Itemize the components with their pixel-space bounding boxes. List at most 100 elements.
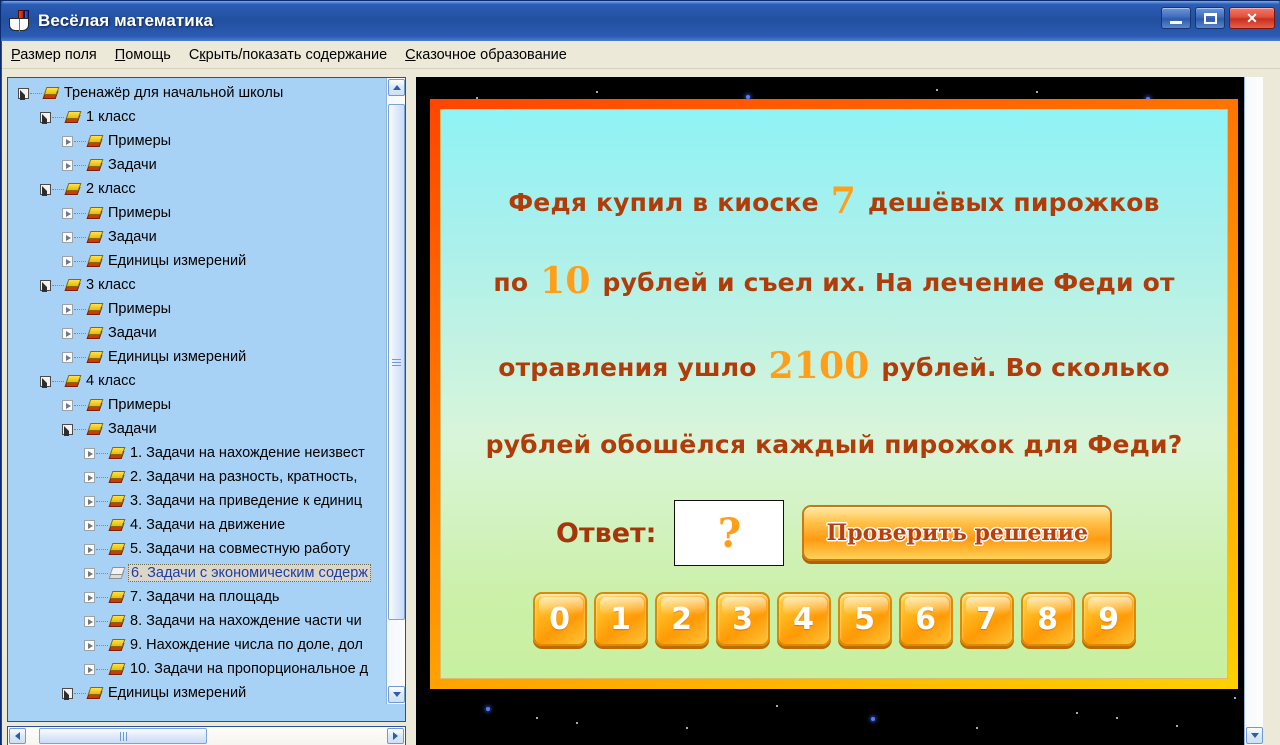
expand-toggle-icon[interactable] bbox=[62, 208, 73, 219]
digit-button-4[interactable]: 4 bbox=[777, 592, 831, 646]
tree-scroll-down-button[interactable] bbox=[388, 686, 405, 703]
collapse-toggle-icon[interactable] bbox=[40, 184, 51, 195]
tree-node[interactable]: 2 класс bbox=[8, 177, 388, 201]
tree-node-label: Задачи bbox=[108, 229, 157, 245]
tree-node[interactable]: 6. Задачи с экономическим содерж bbox=[8, 561, 388, 585]
content-vertical-scrollbar[interactable] bbox=[1244, 77, 1263, 745]
collapse-toggle-icon[interactable] bbox=[40, 376, 51, 387]
expand-toggle-icon[interactable] bbox=[84, 640, 95, 651]
content-scroll-down-button[interactable] bbox=[1246, 727, 1263, 744]
tree-scroll-up-button[interactable] bbox=[388, 79, 405, 96]
tree-horizontal-scroll-thumb[interactable] bbox=[39, 728, 207, 744]
answer-input[interactable]: ? bbox=[674, 500, 784, 566]
check-solution-button[interactable]: Проверить решение bbox=[802, 505, 1111, 561]
collapse-toggle-icon[interactable] bbox=[40, 280, 51, 291]
expand-toggle-icon[interactable] bbox=[62, 256, 73, 267]
collapse-toggle-icon[interactable] bbox=[18, 88, 29, 99]
tree-node[interactable]: 10. Задачи на пропорциональное д bbox=[8, 657, 388, 681]
tree-node[interactable]: Единицы измерений bbox=[8, 249, 388, 273]
digit-button-7[interactable]: 7 bbox=[960, 592, 1014, 646]
book-icon bbox=[109, 519, 125, 532]
expand-toggle-icon[interactable] bbox=[84, 568, 95, 579]
tree-scroll-left-button[interactable] bbox=[9, 728, 26, 744]
tree-node[interactable]: Задачи bbox=[8, 153, 388, 177]
tree-node[interactable]: 1 класс bbox=[8, 105, 388, 129]
tree-node[interactable]: Примеры bbox=[8, 297, 388, 321]
book-icon bbox=[65, 279, 81, 292]
tree-node[interactable]: Единицы измерений bbox=[8, 345, 388, 369]
tree-node[interactable]: Примеры bbox=[8, 129, 388, 153]
expand-toggle-icon[interactable] bbox=[62, 304, 73, 315]
expand-toggle-icon[interactable] bbox=[84, 616, 95, 627]
tree-node[interactable]: 2. Задачи на разность, кратность, bbox=[8, 465, 388, 489]
tree-connector bbox=[74, 333, 86, 334]
tree-node[interactable]: Примеры bbox=[8, 393, 388, 417]
tree-node[interactable]: 7. Задачи на площадь bbox=[8, 585, 388, 609]
expand-toggle-icon[interactable] bbox=[84, 496, 95, 507]
tree-horizontal-scrollbar[interactable] bbox=[7, 726, 406, 745]
expand-toggle-icon[interactable] bbox=[62, 400, 73, 411]
menu-item-3[interactable]: Сказочное образование bbox=[396, 44, 576, 66]
digit-label: 5 bbox=[854, 602, 875, 637]
contents-tree[interactable]: Тренажёр для начальной школы1 классПриме… bbox=[8, 78, 388, 704]
book-icon bbox=[87, 351, 103, 364]
digit-button-1[interactable]: 1 bbox=[594, 592, 648, 646]
tree-connector bbox=[96, 573, 108, 574]
digit-button-5[interactable]: 5 bbox=[838, 592, 892, 646]
expand-toggle-icon[interactable] bbox=[62, 160, 73, 171]
tree-node[interactable]: 3 класс bbox=[8, 273, 388, 297]
expand-toggle-icon[interactable] bbox=[62, 136, 73, 147]
minimize-button[interactable] bbox=[1161, 7, 1191, 29]
digit-button-8[interactable]: 8 bbox=[1021, 592, 1075, 646]
digit-button-6[interactable]: 6 bbox=[899, 592, 953, 646]
tree-node-label: 4 класс bbox=[86, 373, 136, 389]
digit-button-2[interactable]: 2 bbox=[655, 592, 709, 646]
restore-button[interactable] bbox=[1195, 7, 1225, 29]
book-icon bbox=[87, 399, 103, 412]
expand-toggle-icon[interactable] bbox=[62, 328, 73, 339]
tree-node[interactable]: Единицы измерений bbox=[8, 681, 388, 704]
close-button[interactable]: ✕ bbox=[1229, 7, 1275, 29]
collapse-toggle-icon[interactable] bbox=[62, 424, 73, 435]
problem-line: по 10 рублей и съел их. На лечение Феди … bbox=[441, 260, 1227, 302]
tree-node[interactable]: 8. Задачи на нахождение части чи bbox=[8, 609, 388, 633]
expand-toggle-icon[interactable] bbox=[84, 472, 95, 483]
expand-toggle-icon[interactable] bbox=[62, 352, 73, 363]
digit-button-3[interactable]: 3 bbox=[716, 592, 770, 646]
tree-node-label: 2 класс bbox=[86, 181, 136, 197]
expand-toggle-icon[interactable] bbox=[84, 520, 95, 531]
tree-node-label: 10. Задачи на пропорциональное д bbox=[130, 661, 368, 677]
expand-toggle-icon[interactable] bbox=[84, 448, 95, 459]
tree-node[interactable]: Задачи bbox=[8, 321, 388, 345]
tree-node[interactable]: Примеры bbox=[8, 201, 388, 225]
tree-node[interactable]: 9. Нахождение числа по доле, дол bbox=[8, 633, 388, 657]
tree-scroll-right-button[interactable] bbox=[387, 728, 404, 744]
window-controls: ✕ bbox=[1161, 7, 1275, 29]
tree-node[interactable]: 4. Задачи на движение bbox=[8, 513, 388, 537]
tree-connector bbox=[74, 357, 86, 358]
grip-icon bbox=[392, 359, 401, 366]
tree-node[interactable]: Задачи bbox=[8, 417, 388, 441]
tree-node[interactable]: Задачи bbox=[8, 225, 388, 249]
menu-item-1[interactable]: Помощь bbox=[106, 44, 180, 66]
tree-vertical-scroll-thumb[interactable] bbox=[388, 104, 405, 620]
star-icon bbox=[1036, 91, 1038, 93]
tree-node[interactable]: 4 класс bbox=[8, 369, 388, 393]
tree-node[interactable]: 5. Задачи на совместную работу bbox=[8, 537, 388, 561]
menu-item-0[interactable]: Размер поля bbox=[2, 44, 106, 66]
digit-button-0[interactable]: 0 bbox=[533, 592, 587, 646]
tree-node[interactable]: 1. Задачи на нахождение неизвест bbox=[8, 441, 388, 465]
collapse-toggle-icon[interactable] bbox=[62, 688, 73, 699]
star-icon bbox=[976, 727, 978, 729]
tree-node[interactable]: 3. Задачи на приведение к единиц bbox=[8, 489, 388, 513]
tree-connector bbox=[74, 237, 86, 238]
digit-button-9[interactable]: 9 bbox=[1082, 592, 1136, 646]
expand-toggle-icon[interactable] bbox=[84, 544, 95, 555]
collapse-toggle-icon[interactable] bbox=[40, 112, 51, 123]
tree-node[interactable]: Тренажёр для начальной школы bbox=[8, 81, 388, 105]
menu-item-2[interactable]: Скрыть/показать содержание bbox=[180, 44, 396, 66]
tree-vertical-scrollbar[interactable] bbox=[386, 78, 405, 704]
expand-toggle-icon[interactable] bbox=[84, 592, 95, 603]
expand-toggle-icon[interactable] bbox=[84, 664, 95, 675]
expand-toggle-icon[interactable] bbox=[62, 232, 73, 243]
